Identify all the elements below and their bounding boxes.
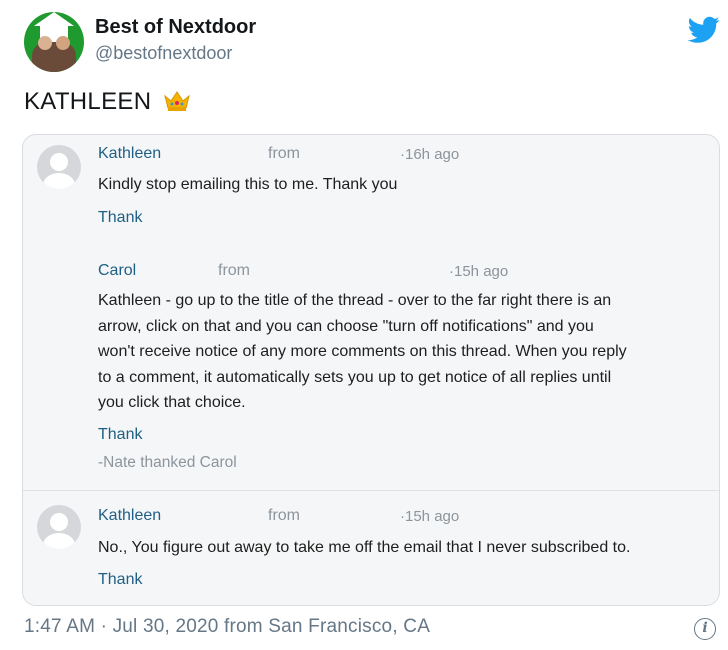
comment-body: No., You figure out away to take me off … <box>98 539 631 556</box>
info-icon[interactable]: i <box>694 618 716 640</box>
thanked-note: -Nate thanked Carol <box>98 454 237 471</box>
thank-link: Thank <box>98 571 143 588</box>
comment-from-label: from <box>268 507 300 524</box>
tweet-text-content: KATHLEEN <box>24 88 152 115</box>
comment-timestamp: 15h ago <box>400 508 459 525</box>
comment-avatar-placeholder <box>37 145 81 189</box>
avatar-face <box>38 36 52 50</box>
comment-body-line: arrow, click on that and you can choose … <box>98 317 594 335</box>
comment-body-line: to a comment, it automatically sets you … <box>98 368 612 386</box>
comment-author-name: Kathleen <box>98 145 162 162</box>
thank-link: Thank <box>98 426 143 443</box>
embedded-screenshot-card: Kathleen from 16h ago Kindly stop emaili… <box>22 134 720 606</box>
comment-body-line: won't receive notice of any more comment… <box>98 343 627 360</box>
comment-avatar-placeholder <box>37 505 81 549</box>
tweet-text: KATHLEEN <box>24 88 191 116</box>
twitter-bird-icon[interactable] <box>688 16 720 44</box>
comment-body-line: Kathleen - go up to the title of the thr… <box>98 292 612 309</box>
tweet-timestamp[interactable]: 1:47 AM · Jul 30, 2020 from San Francisc… <box>24 616 430 638</box>
display-name[interactable]: Best of Nextdoor <box>95 16 256 39</box>
comment-body: Kathleen - go up to the title of the thr… <box>98 288 627 416</box>
avatar-face <box>56 36 70 50</box>
comment-body: Kindly stop emailing this to me. Thank y… <box>98 176 398 193</box>
comment-from-label: from <box>218 262 250 279</box>
comment-body-line: you click that choice. <box>98 394 246 411</box>
comment-author-name: Carol <box>98 262 137 279</box>
account-handle[interactable]: @bestofnextdoor <box>95 43 232 64</box>
account-avatar[interactable] <box>24 12 84 72</box>
thank-link: Thank <box>98 209 143 226</box>
comment-timestamp: 16h ago <box>400 146 459 163</box>
crown-icon <box>164 91 191 111</box>
comment-from-label: from <box>268 145 300 162</box>
comment-author-name: Kathleen <box>98 507 162 524</box>
comment-divider <box>23 490 719 491</box>
comment-timestamp: 15h ago <box>449 263 508 280</box>
